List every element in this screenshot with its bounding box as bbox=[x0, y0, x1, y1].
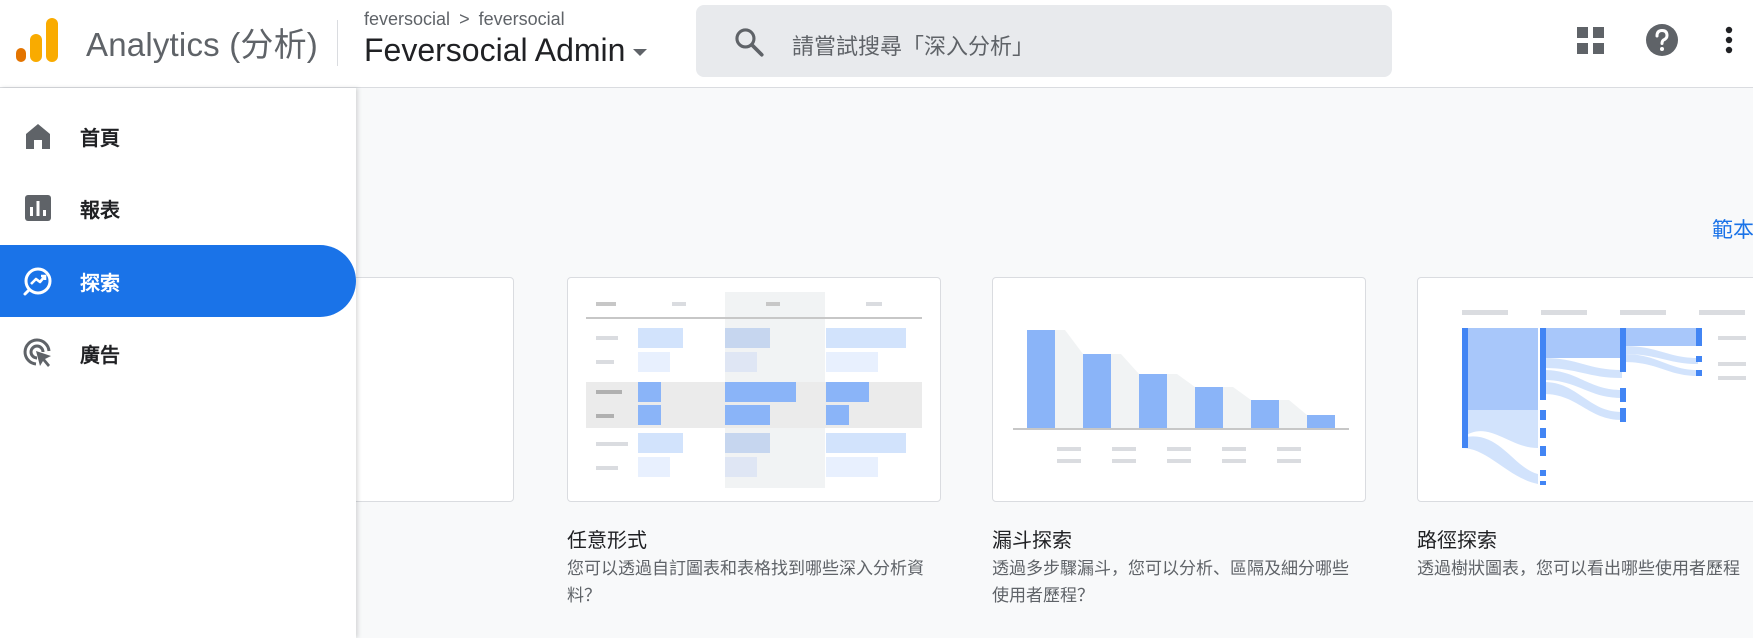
breadcrumb[interactable]: feversocial > feversocial bbox=[364, 9, 565, 30]
dropdown-arrow-icon bbox=[633, 49, 648, 56]
navigation-drawer: 首頁 報表 探索 廣告 bbox=[0, 88, 356, 638]
property-name: Feversocial Admin bbox=[364, 32, 626, 68]
path-thumbnail bbox=[1462, 310, 1746, 485]
template-card-funnel[interactable] bbox=[992, 277, 1366, 502]
template-card-path[interactable] bbox=[1417, 277, 1753, 502]
sidebar-item-label: 首頁 bbox=[80, 125, 120, 150]
card-title-free-form: 任意形式 bbox=[567, 528, 647, 552]
more-vert-icon[interactable] bbox=[1709, 20, 1749, 60]
top-app-bar: Analytics (分析) feversocial > feversocial… bbox=[0, 0, 1753, 88]
card-description-path: 透過樹狀圖表，您可以看出哪些使用者歷程 bbox=[1417, 559, 1740, 579]
breadcrumb-account[interactable]: feversocial bbox=[364, 9, 450, 29]
bar-chart-icon bbox=[25, 195, 51, 221]
search-icon bbox=[735, 28, 764, 57]
template-card-free-form[interactable] bbox=[567, 277, 941, 502]
sidebar-item-label: 探索 bbox=[80, 270, 120, 295]
advertising-icon bbox=[23, 338, 51, 367]
funnel-thumbnail bbox=[1013, 330, 1349, 463]
breadcrumb-separator: > bbox=[459, 9, 470, 29]
card-title-funnel: 漏斗探索 bbox=[992, 528, 1072, 552]
breadcrumb-property[interactable]: feversocial bbox=[479, 9, 565, 29]
property-selector[interactable]: Feversocial Admin bbox=[364, 32, 648, 69]
header-divider bbox=[337, 20, 338, 66]
apps-grid-icon[interactable] bbox=[1571, 20, 1611, 60]
search-bar[interactable]: 請嘗試搜尋「深入分析」 bbox=[696, 5, 1392, 77]
home-icon bbox=[26, 124, 50, 149]
templates-link[interactable]: 範本 bbox=[1712, 214, 1753, 244]
sidebar-item-label: 報表 bbox=[80, 197, 120, 222]
help-icon[interactable] bbox=[1642, 20, 1682, 60]
card-description-funnel: 透過多步驟漏斗，您可以分析、區隔及細分哪些使用者歷程？ bbox=[992, 559, 1349, 606]
free-form-thumbnail bbox=[586, 292, 922, 488]
card-description-free-form: 您可以透過自訂圖表和表格找到哪些深入分析資料？ bbox=[567, 559, 924, 606]
sidebar-item-advertising[interactable]: 廣告 bbox=[0, 317, 356, 389]
sidebar-item-reports[interactable]: 報表 bbox=[0, 172, 356, 244]
search-placeholder: 請嘗試搜尋「深入分析」 bbox=[792, 35, 1035, 60]
analytics-logo-icon[interactable] bbox=[16, 18, 60, 64]
sidebar-item-home[interactable]: 首頁 bbox=[0, 100, 356, 172]
app-title: Analytics (分析) bbox=[86, 26, 318, 63]
card-title-path: 路徑探索 bbox=[1417, 528, 1497, 552]
sidebar-item-explore[interactable]: 探索 bbox=[0, 245, 356, 317]
sidebar-item-label: 廣告 bbox=[80, 342, 120, 367]
explore-icon bbox=[23, 267, 52, 296]
